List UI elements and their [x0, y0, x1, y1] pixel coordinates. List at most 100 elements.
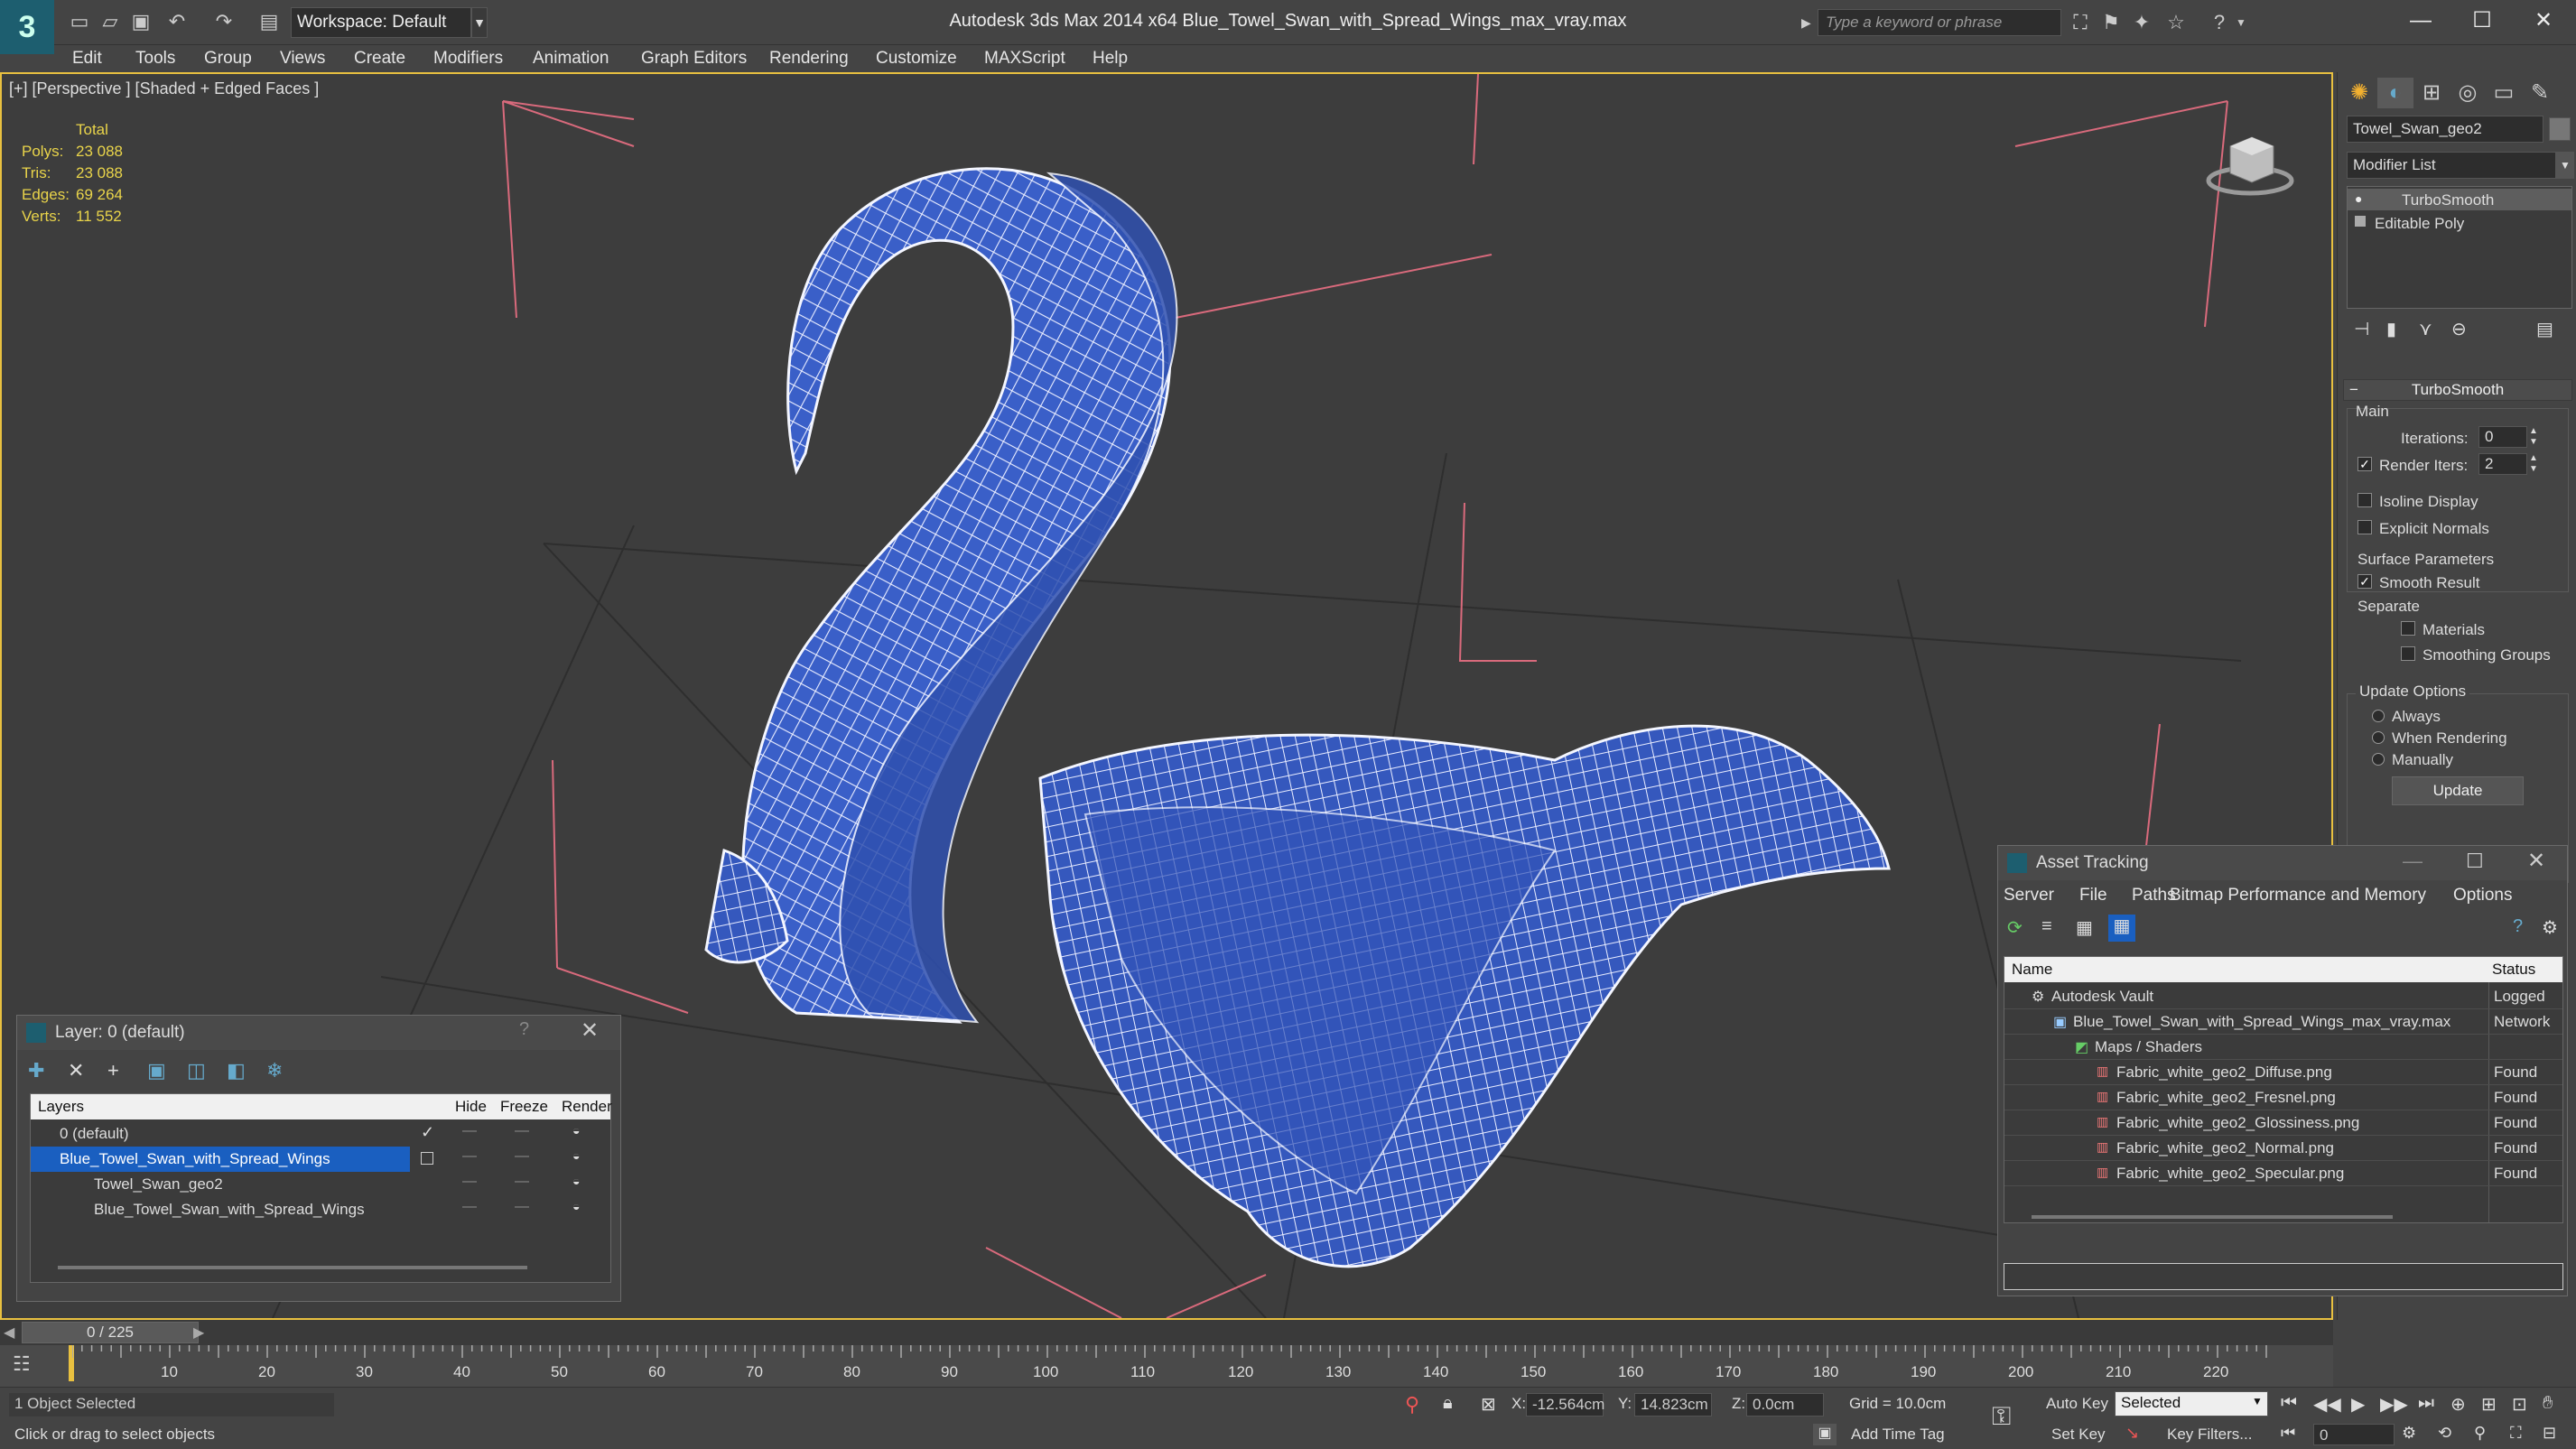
asset-row[interactable]: ▥ Fabric_white_geo2_Glossiness.png Found [2004, 1110, 2562, 1136]
lightbulb-icon[interactable]: ● [2355, 191, 2362, 206]
chevron-down-icon[interactable]: ▼ [2236, 9, 2252, 36]
zoom-extents-icon[interactable]: ⊞ [2481, 1393, 2497, 1416]
select-in-layer-icon[interactable]: ▣ [147, 1059, 166, 1082]
maximize-icon[interactable]: ☐ [2466, 850, 2484, 873]
play-icon[interactable]: ▶ [2351, 1393, 2365, 1416]
render-iters-spinner[interactable]: 2 [2478, 453, 2527, 475]
spinner-arrows-icon[interactable]: ▲ ▼ [2529, 453, 2538, 475]
active-layer-check-icon[interactable]: ✓ [421, 1123, 434, 1142]
y-coordinate-field[interactable]: 14.823cm [1634, 1393, 1712, 1416]
subscription-icon[interactable]: ⚑ [2097, 9, 2125, 36]
menu-modifiers[interactable]: Modifiers [433, 45, 503, 72]
maximize-icon[interactable]: ☐ [2450, 0, 2515, 42]
delete-layer-icon[interactable]: ✕ [68, 1059, 84, 1082]
horizontal-scrollbar[interactable] [58, 1266, 527, 1269]
asset-menu-server[interactable]: Server [2004, 882, 2054, 909]
asset-menu-bitmap[interactable]: Bitmap Performance and Memory [2170, 882, 2426, 909]
menu-rendering[interactable]: Rendering [769, 45, 849, 72]
zoom-region-icon[interactable]: ⊟ [2543, 1424, 2556, 1443]
asset-menu-options[interactable]: Options [2453, 882, 2512, 909]
hierarchy-tab-icon[interactable]: ⊞ [2413, 78, 2450, 108]
menu-help[interactable]: Help [1093, 45, 1128, 72]
stack-item-turbosmooth[interactable]: ● TurboSmooth [2348, 189, 2571, 210]
isoline-display-checkbox[interactable] [2357, 493, 2372, 507]
render-teapot-icon[interactable]: ◒ [572, 1148, 580, 1163]
redo-icon[interactable]: ↷ [209, 9, 238, 34]
close-icon[interactable]: ✕ [2511, 0, 2576, 42]
render-teapot-icon[interactable]: ◒ [572, 1174, 580, 1188]
asset-row[interactable]: ▥ Fabric_white_geo2_Normal.png Found [2004, 1136, 2562, 1161]
isolate-selection-icon[interactable]: ⚲ [1405, 1393, 1419, 1416]
list-view-icon[interactable]: ≡ [2041, 916, 2052, 937]
binoculars-icon[interactable]: ⛶ [2066, 9, 2095, 36]
project-folder-icon[interactable]: ▤ [255, 9, 284, 34]
display-tab-icon[interactable]: ▭ [2486, 78, 2522, 108]
asset-row[interactable]: ⚙ Autodesk Vault Logged [2004, 984, 2562, 1009]
maximize-viewport-icon[interactable]: ⛶ [2510, 1424, 2522, 1443]
view-cube-icon[interactable] [2205, 119, 2295, 200]
asset-row[interactable]: ▣ Blue_Towel_Swan_with_Spread_Wings_max_… [2004, 1009, 2562, 1035]
walk-through-icon[interactable]: ⚲ [2474, 1424, 2486, 1443]
next-key-icon[interactable]: ▶▶ [2380, 1393, 2408, 1416]
x-coordinate-field[interactable]: -12.564cm [1526, 1393, 1604, 1416]
undo-icon[interactable]: ↶ [163, 9, 191, 34]
layer-row[interactable]: Towel_Swan_geo2 — — ◒ [31, 1172, 610, 1197]
menu-customize[interactable]: Customize [876, 45, 957, 72]
workspace-dropdown[interactable]: Workspace: Default [291, 7, 471, 38]
key-filter-icon[interactable]: ↘ [2125, 1424, 2139, 1443]
chevron-down-icon[interactable]: ▼ [2556, 152, 2574, 179]
smoothing-groups-checkbox[interactable] [2401, 646, 2415, 661]
current-frame-field[interactable]: 0 [2313, 1424, 2395, 1445]
minimize-icon[interactable]: — [2388, 0, 2453, 42]
hide-all-icon[interactable]: ◧ [227, 1059, 246, 1082]
settings-icon[interactable]: ⚙ [2542, 916, 2558, 939]
communication-icon[interactable]: ✦ [2127, 9, 2156, 36]
previous-frame-icon[interactable]: ◀ [4, 1324, 14, 1342]
add-time-tag[interactable]: Add Time Tag [1851, 1426, 1945, 1444]
set-key-button[interactable]: Set Key [2051, 1426, 2106, 1444]
iterations-spinner[interactable]: 0 [2478, 426, 2527, 448]
go-to-end-icon[interactable]: ⏭ [2418, 1393, 2434, 1414]
highlight-layer-icon[interactable]: ◫ [187, 1059, 206, 1082]
render-iters-checkbox[interactable]: ✓ [2357, 457, 2372, 471]
key-mode-toggle-icon[interactable]: ⏮ [2281, 1424, 2295, 1443]
make-unique-icon[interactable]: ⋎ [2419, 318, 2432, 340]
pan-view-icon[interactable]: ✋︎ [2543, 1393, 2553, 1414]
menu-views[interactable]: Views [280, 45, 325, 72]
menu-graph-editors[interactable]: Graph Editors [641, 45, 747, 72]
z-coordinate-field[interactable]: 0.0cm [1746, 1393, 1824, 1416]
key-filters-button[interactable]: Key Filters... [2167, 1426, 2252, 1444]
auto-key-button[interactable]: Auto Key [2046, 1395, 2108, 1413]
menu-maxscript[interactable]: MAXScript [984, 45, 1065, 72]
configure-sets-icon[interactable]: ▤ [2536, 318, 2553, 340]
modifier-list-dropdown[interactable]: Modifier List [2347, 152, 2556, 179]
freeze-all-icon[interactable]: ❄ [266, 1059, 283, 1082]
favorites-star-icon[interactable]: ☆ [2162, 9, 2190, 36]
explicit-normals-checkbox[interactable] [2357, 520, 2372, 534]
zoom-icon[interactable]: ⊕ [2450, 1393, 2466, 1416]
asset-row[interactable]: ▥ Fabric_white_geo2_Fresnel.png Found [2004, 1085, 2562, 1110]
asset-path-field[interactable] [2004, 1263, 2563, 1290]
layer-row[interactable]: 0 (default) ✓ — — ◒ [31, 1121, 610, 1147]
key-mode-dropdown[interactable]: Selected [2115, 1391, 2268, 1416]
new-layer-icon[interactable]: ✚ [28, 1059, 44, 1082]
render-teapot-icon[interactable]: ◒ [572, 1123, 580, 1138]
menu-tools[interactable]: Tools [135, 45, 175, 72]
object-color-swatch[interactable] [2549, 117, 2571, 141]
asset-row[interactable]: ▥ Fabric_white_geo2_Diffuse.png Found [2004, 1060, 2562, 1085]
materials-checkbox[interactable] [2401, 621, 2415, 636]
save-file-icon[interactable]: ▣ [126, 9, 155, 34]
thumbnail-view-icon[interactable]: ▦ [2076, 916, 2093, 939]
set-key-icon[interactable]: ⚿ [1992, 1402, 2011, 1432]
menu-create[interactable]: Create [354, 45, 405, 72]
go-to-start-icon[interactable]: ⏮ [2281, 1393, 2297, 1414]
turbosmooth-rollout-header[interactable]: − TurboSmooth [2343, 379, 2572, 401]
when-rendering-radio[interactable] [2372, 731, 2385, 744]
open-file-icon[interactable]: ▱ [96, 9, 125, 34]
next-frame-icon[interactable]: ▶ [193, 1324, 204, 1342]
motion-tab-icon[interactable]: ◎ [2450, 78, 2486, 108]
new-file-icon[interactable]: ▭ [65, 9, 94, 34]
create-tab-icon[interactable]: ✺ [2341, 78, 2377, 108]
help-icon[interactable]: ? [519, 1019, 529, 1040]
minimize-icon[interactable]: — [2403, 850, 2423, 873]
